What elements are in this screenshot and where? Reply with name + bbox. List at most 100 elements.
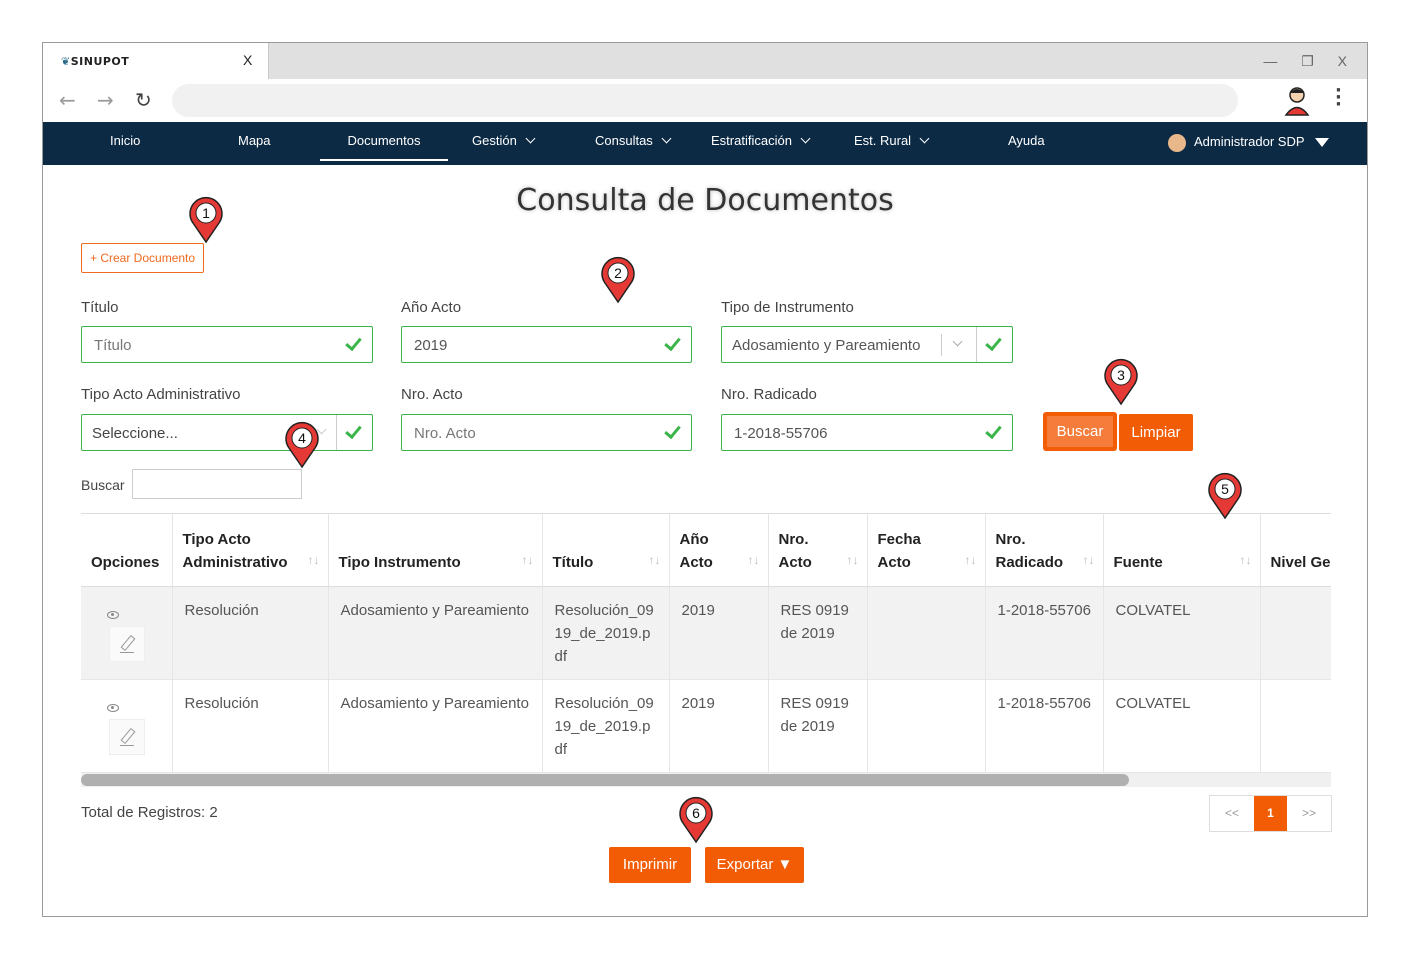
marker-4: 4 [285, 421, 319, 469]
total-records: Total de Registros: 2 [81, 804, 218, 821]
sort-icon[interactable]: ↑↓ [1240, 549, 1252, 572]
marker-4-label: 4 [298, 430, 306, 446]
col-tipo-acto[interactable]: Tipo Acto Administrativo ↑↓ [172, 514, 329, 587]
select-separator [336, 415, 337, 450]
table-search-input[interactable] [132, 469, 302, 499]
nav-mapa[interactable]: Mapa [238, 122, 271, 165]
tab-title: SINUPOT [70, 55, 130, 68]
nav-gestion[interactable]: Gestión [472, 122, 536, 165]
col-label: Nivel Geográf [1270, 553, 1332, 571]
browser-tab[interactable]: ❦SINUPOT X [43, 43, 269, 79]
tipo-acto-select[interactable]: Seleccione... [81, 414, 373, 451]
cell-anio: 2019 [669, 586, 769, 680]
cell-fuente: COLVATEL [1103, 586, 1261, 680]
page-title: Consulta de Documentos [516, 183, 894, 218]
nav-consultas-label: Consultas [595, 133, 653, 148]
sort-icon[interactable]: ↑↓ [847, 549, 859, 572]
forward-arrow-icon[interactable]: → [97, 88, 114, 112]
marker-3: 3 [1104, 358, 1138, 406]
marker-6-label: 6 [692, 805, 700, 821]
sort-icon[interactable]: ↑↓ [308, 549, 320, 572]
browser-window: ❦SINUPOT X — ❐ X ← → ↻ · · · Inicio Mapa D… [42, 42, 1368, 917]
menu-kebab-icon[interactable]: · · · [1335, 82, 1342, 114]
sort-icon[interactable]: ↑↓ [965, 549, 977, 572]
restore-icon[interactable]: ❐ [1301, 53, 1314, 70]
col-radicado[interactable]: Nro. Radicado ↑↓ [985, 514, 1104, 587]
sort-icon[interactable]: ↑↓ [649, 549, 661, 572]
sort-icon[interactable]: ↑↓ [522, 549, 534, 572]
nav-est-rural[interactable]: Est. Rural [854, 122, 930, 165]
cell-nro-acto: RES 0919 de 2019 [768, 679, 868, 773]
limpiar-button[interactable]: Limpiar [1119, 414, 1193, 451]
check-icon [344, 423, 362, 441]
check-icon [344, 335, 362, 353]
sort-icon[interactable]: ↑↓ [1083, 549, 1095, 572]
reload-icon[interactable]: ↻ [135, 88, 152, 112]
marker-1-label: 1 [202, 205, 210, 221]
anio-acto-field[interactable]: 2019 [401, 326, 692, 363]
marker-2: 2 [601, 256, 635, 304]
nav-ayuda[interactable]: Ayuda [1008, 122, 1045, 165]
sort-icon[interactable]: ↑↓ [748, 549, 760, 572]
col-titulo[interactable]: Título ↑↓ [542, 514, 670, 587]
imprimir-button[interactable]: Imprimir [609, 847, 691, 883]
profile-avatar-icon[interactable] [1282, 84, 1312, 116]
col-nro-acto[interactable]: Nro. Acto ↑↓ [768, 514, 868, 587]
tab-close-icon[interactable]: X [243, 52, 252, 68]
nav-consultas[interactable]: Consultas [595, 122, 672, 165]
nav-documentos[interactable]: Documentos [320, 126, 448, 161]
buscar-button[interactable]: Buscar [1044, 413, 1116, 450]
leaf-icon: ❦ [61, 55, 71, 68]
minimize-icon[interactable]: — [1263, 53, 1277, 69]
nav-inicio[interactable]: Inicio [110, 122, 140, 165]
nro-radicado-value: 1-2018-55706 [734, 425, 828, 442]
tipo-instrumento-select[interactable]: Adosamiento y Pareamiento [721, 326, 1013, 363]
eye-icon[interactable] [107, 610, 119, 619]
col-label: Fecha Acto [877, 530, 921, 571]
edit-icon[interactable] [109, 718, 145, 755]
scrollbar-thumb[interactable] [81, 774, 1129, 786]
cell-titulo: Resolución_0919_de_2019.pdf [542, 679, 670, 773]
titulo-field[interactable]: Título [81, 326, 373, 363]
nro-radicado-field[interactable]: 1-2018-55706 [721, 414, 1013, 451]
back-arrow-icon[interactable]: ← [59, 88, 76, 112]
exportar-button[interactable]: Exportar ▼ [705, 847, 804, 883]
horizontal-scrollbar[interactable] [81, 773, 1331, 787]
cell-radicado: 1-2018-55706 [985, 586, 1104, 680]
pager-current[interactable]: 1 [1254, 796, 1287, 831]
col-anio[interactable]: Año Acto ↑↓ [669, 514, 769, 587]
col-label: Tipo Instrumento [338, 553, 461, 571]
col-label: Nro. Acto [778, 530, 812, 571]
address-bar-row: ← → ↻ · · · [43, 79, 1367, 122]
check-icon [663, 335, 681, 353]
pager-prev[interactable]: << [1210, 796, 1254, 831]
check-icon [984, 423, 1002, 441]
sinupot-logo: ❦SINUPOT [61, 55, 129, 68]
nro-acto-field[interactable]: Nro. Acto [401, 414, 692, 451]
col-fecha[interactable]: Fecha Acto ↑↓ [867, 514, 986, 587]
main-navbar: Inicio Mapa Documentos Gestión Consultas… [43, 122, 1367, 165]
chevron-down-icon[interactable] [952, 336, 963, 347]
eye-icon[interactable] [107, 703, 119, 712]
cell-titulo: Resolución_0919_de_2019.pdf [542, 586, 670, 680]
col-label: Fuente [1113, 553, 1163, 571]
col-nivel[interactable]: Nivel Geográf [1260, 514, 1332, 587]
pager-next[interactable]: >> [1287, 796, 1331, 831]
marker-1: 1 [189, 196, 223, 244]
col-fuente[interactable]: Fuente ↑↓ [1103, 514, 1261, 587]
cell-radicado: 1-2018-55706 [985, 679, 1104, 773]
table-header-row: Opciones Tipo Acto Administrativo ↑↓ Tipo… [81, 514, 1332, 587]
row-options [81, 586, 173, 680]
close-window-icon[interactable]: X [1338, 53, 1347, 69]
cell-nivel [1260, 679, 1331, 773]
titulo-placeholder: Título [94, 337, 132, 354]
col-label: Año Acto [679, 530, 713, 571]
col-opciones: Opciones [81, 514, 173, 587]
user-menu[interactable]: Administrador SDP [1168, 122, 1329, 165]
col-tipo-instrumento[interactable]: Tipo Instrumento ↑↓ [328, 514, 543, 587]
marker-3-label: 3 [1117, 367, 1125, 383]
nav-estratificacion[interactable]: Estratificación [711, 122, 811, 165]
url-input[interactable] [172, 84, 1238, 117]
create-document-button[interactable]: + Crear Documento [81, 243, 205, 273]
edit-icon[interactable] [109, 625, 145, 662]
